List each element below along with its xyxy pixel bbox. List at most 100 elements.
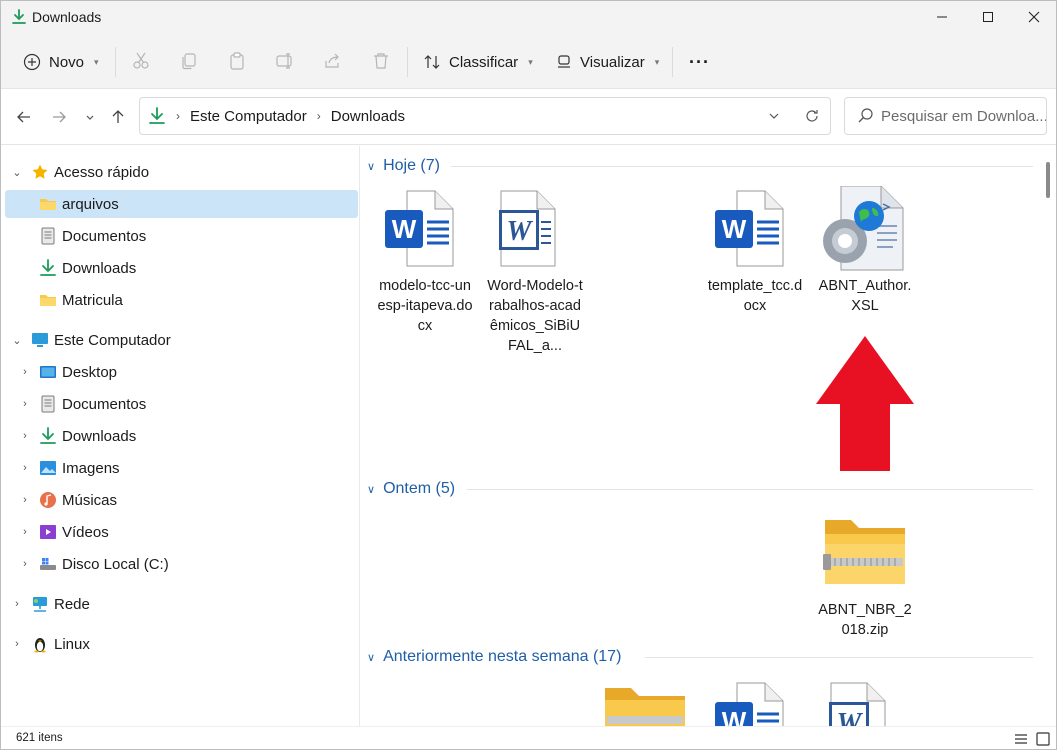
sidebar-item-this-pc[interactable]: ⌄ Este Computador (5, 326, 358, 354)
svg-text:W: W (722, 706, 747, 726)
scrollbar-thumb[interactable] (1046, 162, 1050, 198)
sidebar-label: Downloads (62, 259, 137, 277)
chevron-right-icon[interactable]: › (19, 462, 31, 474)
sidebar-label: Downloads (62, 427, 137, 445)
sort-button[interactable]: Classificar ▾ (423, 45, 533, 79)
sidebar-item-matricula[interactable]: Matricula (5, 286, 358, 314)
sidebar-item-linux[interactable]: › Linux (5, 630, 358, 658)
share-button[interactable] (323, 51, 343, 71)
vertical-scrollbar[interactable] (1042, 146, 1056, 726)
file-item[interactable]: W (707, 680, 803, 726)
chevron-down-icon[interactable] (768, 110, 780, 122)
item-count: 621 itens (16, 732, 63, 744)
chevron-right-icon[interactable]: › (19, 494, 31, 506)
file-item[interactable]: ABNT_NBR_2018.zip (817, 510, 913, 640)
chevron-right-icon[interactable]: › (19, 366, 31, 378)
downloads-icon (149, 107, 165, 124)
sidebar-label: arquivos (62, 195, 119, 213)
delete-button[interactable] (371, 51, 391, 71)
group-title: Anteriormente nesta semana (17) (383, 648, 622, 665)
close-button[interactable] (1011, 1, 1056, 33)
up-button[interactable] (107, 106, 129, 128)
group-header-yesterday[interactable]: ∨ Ontem (5) (367, 477, 455, 501)
group-divider (645, 657, 1033, 658)
group-header-today[interactable]: ∨ Hoje (7) (367, 154, 440, 178)
file-item[interactable]: W (817, 680, 913, 726)
sidebar-item-imagens[interactable]: › Imagens (5, 454, 358, 482)
chevron-right-icon[interactable]: › (11, 638, 23, 650)
window-title: Downloads (32, 9, 102, 25)
search-icon (858, 108, 873, 123)
cut-button[interactable] (131, 51, 151, 71)
file-list: ∨ Hoje (7) W modelo-tcc-unesp-itapeva.do… (361, 146, 1041, 726)
recent-locations-button[interactable] (79, 106, 101, 128)
search-box[interactable]: Pesquisar em Downloa... (844, 97, 1047, 135)
view-button[interactable]: Visualizar ▾ (556, 45, 659, 79)
file-name: template_tcc.docx (707, 278, 803, 314)
sidebar-label: Desktop (62, 363, 118, 381)
chevron-right-icon[interactable]: › (19, 430, 31, 442)
monitor-icon (32, 333, 48, 347)
file-name: ABNT_Author.XSL (818, 278, 912, 314)
toolbar-divider (672, 47, 673, 77)
rename-button[interactable] (275, 51, 295, 71)
desktop-icon (40, 366, 56, 378)
zip-folder-icon (597, 680, 693, 726)
copy-icon (182, 53, 196, 70)
back-button[interactable] (13, 106, 35, 128)
chevron-down-icon: ∨ (367, 651, 376, 664)
sidebar-item-arquivos[interactable]: arquivos (5, 190, 358, 218)
sidebar-item-network[interactable]: › Rede (5, 590, 358, 618)
file-item[interactable]: W modelo-tcc-unesp-itapeva.docx (377, 186, 473, 336)
sidebar-item-local-disk[interactable]: › Disco Local (C:) (5, 550, 358, 578)
chevron-right-icon[interactable]: › (19, 558, 31, 570)
sidebar-item-documentos[interactable]: Documentos (5, 222, 358, 250)
copy-button[interactable] (179, 51, 199, 71)
group-header-earlier[interactable]: ∨ Anteriormente nesta semana (17) (367, 645, 621, 669)
breadcrumb-this-pc[interactable]: Este Computador (190, 108, 307, 125)
sidebar-item-desktop[interactable]: › Desktop (5, 358, 358, 386)
file-item[interactable]: W Word-Modelo-trabalhos-acadêmicos_SiBiU… (487, 186, 583, 356)
video-icon (40, 525, 56, 539)
sidebar-item-documentos-pc[interactable]: › Documentos (5, 390, 358, 418)
more-options-button[interactable]: ··· (689, 45, 710, 79)
network-icon (33, 597, 47, 612)
file-name: ABNT_NBR_2018.zip (818, 602, 912, 638)
navigation-bar: › Este Computador › Downloads Pesquisar … (1, 89, 1056, 145)
maximize-button[interactable] (965, 1, 1011, 33)
breadcrumb-downloads[interactable]: Downloads (331, 108, 405, 125)
forward-button[interactable] (48, 106, 70, 128)
sidebar-item-videos[interactable]: › Vídeos (5, 518, 358, 546)
sidebar-item-musicas[interactable]: › Músicas (5, 486, 358, 514)
minimize-button[interactable] (919, 1, 965, 33)
file-name: modelo-tcc-unesp-itapeva.docx (377, 278, 473, 334)
chevron-right-icon[interactable]: › (11, 598, 23, 610)
downloads-icon (40, 427, 56, 444)
star-icon (32, 164, 48, 179)
paste-button[interactable] (227, 51, 247, 71)
sidebar-item-quick-access[interactable]: ⌄ Acesso rápido (5, 158, 358, 186)
address-bar[interactable]: › Este Computador › Downloads (139, 97, 831, 135)
details-view-icon[interactable] (1013, 731, 1029, 747)
toolbar-divider (115, 47, 116, 77)
refresh-icon[interactable] (804, 108, 820, 124)
chevron-down-icon[interactable]: ⌄ (11, 166, 23, 179)
svg-text:W: W (507, 216, 534, 247)
sidebar-label: Vídeos (62, 523, 109, 541)
sidebar-label: Rede (54, 595, 90, 613)
status-bar: 621 itens (1, 726, 1056, 749)
word-document-icon: W (487, 186, 583, 276)
large-icons-view-icon[interactable] (1035, 731, 1051, 747)
chevron-down-icon[interactable]: ⌄ (11, 334, 23, 347)
sidebar-item-downloads[interactable]: Downloads (5, 254, 358, 282)
chevron-right-icon[interactable]: › (19, 398, 31, 410)
file-item[interactable]: W template_tcc.docx (707, 186, 803, 316)
word-document-icon: W (707, 186, 803, 276)
file-item[interactable] (597, 680, 693, 726)
chevron-right-icon[interactable]: › (19, 526, 31, 538)
new-button[interactable]: Novo ▾ (23, 45, 99, 79)
folder-icon (40, 199, 56, 210)
rename-icon (276, 53, 292, 69)
sidebar-item-downloads-pc[interactable]: › Downloads (5, 422, 358, 450)
file-item[interactable]: ABNT_Author.XSL (817, 185, 913, 316)
